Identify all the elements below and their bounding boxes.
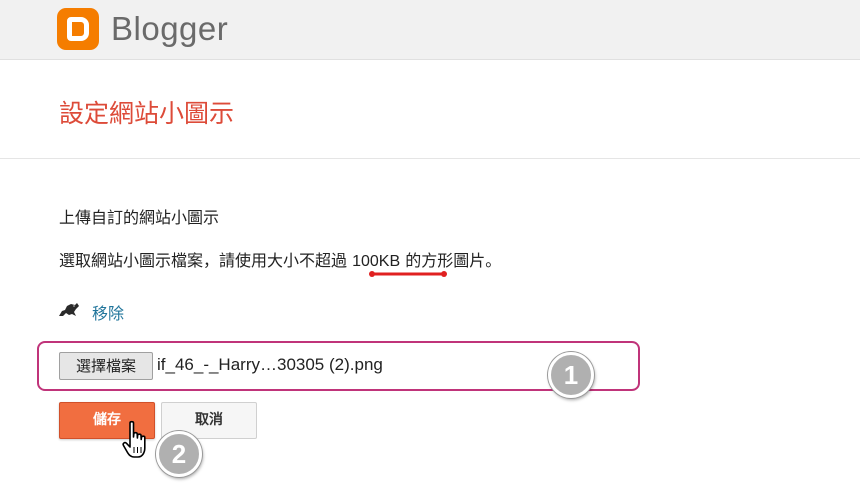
selected-file-name: if_46_-_Harry…30305 (2).png [157, 355, 383, 374]
instruction-prefix: 選取網站小圖示檔案，請使用大小不超過 [59, 251, 353, 270]
red-underline-annotation [369, 271, 447, 277]
hand-pointer-icon [122, 420, 146, 458]
top-bar: Blogger [0, 0, 860, 60]
page-title: 設定網站小圖示 [59, 99, 235, 128]
step-badge-2: 2 [156, 431, 202, 477]
logo-text[interactable]: Blogger [111, 10, 228, 48]
upload-label: 上傳自訂的網站小圖示 [59, 208, 220, 227]
choose-file-button[interactable]: 選擇檔案 [59, 352, 153, 380]
favicon-image-icon [59, 303, 79, 316]
size-limit: 100KB [352, 253, 401, 270]
instruction-suffix: 的方形圖片。 [400, 251, 502, 270]
instruction-text: 選取網站小圖示檔案，請使用大小不超過 100KB 的方形圖片。 [59, 247, 501, 271]
step-badge-1: 1 [548, 352, 594, 398]
blogger-logo-icon[interactable] [57, 8, 99, 50]
remove-link[interactable]: 移除 [92, 300, 124, 324]
title-section: 設定網站小圖示 [0, 61, 860, 159]
